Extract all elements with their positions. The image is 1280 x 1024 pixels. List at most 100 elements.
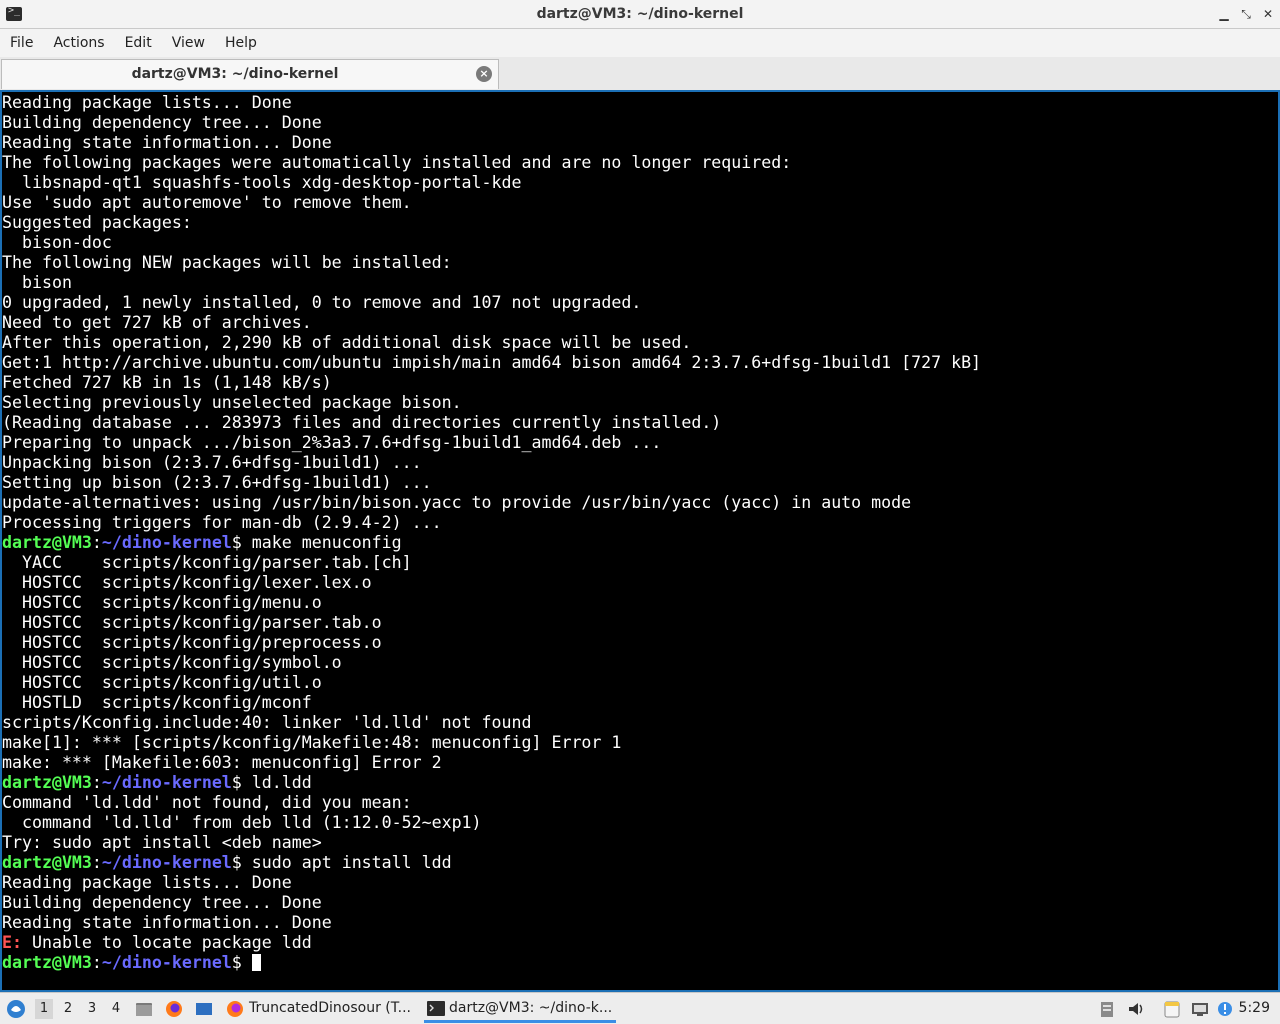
clipboard-icon[interactable] bbox=[1098, 1000, 1116, 1018]
menu-help[interactable]: Help bbox=[215, 29, 267, 57]
prompt-user: dartz@VM3 bbox=[2, 953, 92, 972]
workspace-3[interactable]: 3 bbox=[83, 999, 101, 1019]
command-text: sudo apt install ldd bbox=[241, 853, 452, 872]
task-label: dartz@VM3: ~/dino-k... bbox=[449, 1000, 613, 1016]
prompt-symbol: $ bbox=[231, 953, 242, 972]
volume-icon[interactable] bbox=[1127, 1000, 1145, 1018]
output-text: Reading package lists... Done bbox=[2, 873, 292, 892]
output-text: make[1]: *** [scripts/kconfig/Makefile:4… bbox=[2, 733, 622, 752]
output-text: The following NEW packages will be insta… bbox=[2, 253, 452, 272]
terminal-line: make: *** [Makefile:603: menuconfig] Err… bbox=[2, 753, 981, 773]
terminal-line: 0 upgraded, 1 newly installed, 0 to remo… bbox=[2, 293, 981, 313]
network-icon[interactable] bbox=[1191, 1000, 1209, 1018]
window-title: dartz@VM3: ~/dino-kernel bbox=[536, 6, 744, 22]
output-text: Fetched 727 kB in 1s (1,148 kB/s) bbox=[2, 373, 332, 392]
output-text: HOSTCC scripts/kconfig/util.o bbox=[2, 673, 322, 692]
terminal-line: Reading state information... Done bbox=[2, 913, 981, 933]
task-firefox[interactable]: TruncatedDinosour (T... bbox=[224, 994, 414, 1023]
title-bar: dartz@VM3: ~/dino-kernel ▁ ⤡ ✕ bbox=[0, 0, 1280, 29]
output-text: Building dependency tree... Done bbox=[2, 113, 322, 132]
workspace-4[interactable]: 4 bbox=[107, 999, 125, 1019]
output-text: Unpacking bison (2:3.7.6+dfsg-1build1) .… bbox=[2, 453, 422, 472]
output-text: bison bbox=[2, 273, 72, 292]
terminal-line: Reading package lists... Done bbox=[2, 93, 981, 113]
output-text: libsnapd-qt1 squashfs-tools xdg-desktop-… bbox=[2, 173, 522, 192]
terminal-line: Building dependency tree... Done bbox=[2, 893, 981, 913]
terminal-line: HOSTCC scripts/kconfig/util.o bbox=[2, 673, 981, 693]
terminal-line: The following NEW packages will be insta… bbox=[2, 253, 981, 273]
terminal-line: Try: sudo apt install <deb name> bbox=[2, 833, 981, 853]
tab-close-icon[interactable]: × bbox=[476, 66, 492, 82]
terminal-line: Selecting previously unselected package … bbox=[2, 393, 981, 413]
prompt-path: ~/dino-kernel bbox=[101, 773, 232, 792]
prompt-separator: : bbox=[91, 533, 102, 552]
tab-terminal[interactable]: dartz@VM3: ~/dino-kernel × bbox=[1, 59, 499, 89]
maximize-button[interactable]: ⤡ bbox=[1238, 6, 1254, 22]
workspace-1[interactable]: 1 bbox=[35, 999, 53, 1019]
terminal-view[interactable]: Reading package lists... Done Building de… bbox=[0, 90, 1280, 992]
prompt-user: dartz@VM3 bbox=[2, 773, 92, 792]
terminal-line: Building dependency tree... Done bbox=[2, 113, 981, 133]
output-text: Building dependency tree... Done bbox=[2, 893, 322, 912]
workspace-2[interactable]: 2 bbox=[59, 999, 77, 1019]
prompt-separator: : bbox=[91, 953, 102, 972]
terminal-line: Need to get 727 kB of archives. bbox=[2, 313, 981, 333]
output-text: scripts/Kconfig.include:40: linker 'ld.l… bbox=[2, 713, 532, 732]
prompt-symbol: $ bbox=[231, 773, 242, 792]
notes-icon[interactable] bbox=[1163, 1000, 1181, 1018]
output-text: HOSTCC scripts/kconfig/parser.tab.o bbox=[2, 613, 382, 632]
terminal-line: HOSTCC scripts/kconfig/menu.o bbox=[2, 593, 981, 613]
terminal-line: Use 'sudo apt autoremove' to remove them… bbox=[2, 193, 981, 213]
prompt-separator: : bbox=[91, 773, 102, 792]
terminal-line: HOSTCC scripts/kconfig/preprocess.o bbox=[2, 633, 981, 653]
desktop-icon[interactable] bbox=[195, 1000, 213, 1018]
output-text: The following packages were automaticall… bbox=[2, 153, 792, 172]
output-text: Preparing to unpack .../bison_2%3a3.7.6+… bbox=[2, 433, 662, 452]
clock[interactable]: 5:29 bbox=[1239, 993, 1270, 1024]
terminal-line: E: Unable to locate package ldd bbox=[2, 933, 981, 953]
menu-view[interactable]: View bbox=[162, 29, 215, 57]
notification-icon[interactable] bbox=[1216, 1000, 1234, 1018]
menu-edit[interactable]: Edit bbox=[115, 29, 162, 57]
minimize-button[interactable]: ▁ bbox=[1216, 6, 1232, 22]
task-terminal[interactable]: dartz@VM3: ~/dino-k... bbox=[424, 994, 616, 1023]
output-text: Processing triggers for man-db (2.9.4-2)… bbox=[2, 513, 442, 532]
terminal-line: HOSTCC scripts/kconfig/parser.tab.o bbox=[2, 613, 981, 633]
terminal-line: After this operation, 2,290 kB of additi… bbox=[2, 333, 981, 353]
firefox-icon[interactable] bbox=[165, 1000, 183, 1018]
output-text: make: *** [Makefile:603: menuconfig] Err… bbox=[2, 753, 442, 772]
prompt-separator: : bbox=[91, 853, 102, 872]
terminal-line: The following packages were automaticall… bbox=[2, 153, 981, 173]
terminal-line: Unpacking bison (2:3.7.6+dfsg-1build1) .… bbox=[2, 453, 981, 473]
prompt-path: ~/dino-kernel bbox=[101, 853, 232, 872]
output-text: command 'ld.lld' from deb lld (1:12.0-52… bbox=[2, 813, 482, 832]
terminal-line: scripts/Kconfig.include:40: linker 'ld.l… bbox=[2, 713, 981, 733]
terminal-line: (Reading database ... 283973 files and d… bbox=[2, 413, 981, 433]
output-text: HOSTCC scripts/kconfig/symbol.o bbox=[2, 653, 342, 672]
output-text: HOSTCC scripts/kconfig/preprocess.o bbox=[2, 633, 382, 652]
prompt-symbol: $ bbox=[231, 533, 242, 552]
prompt-path: ~/dino-kernel bbox=[101, 953, 232, 972]
output-text: Try: sudo apt install <deb name> bbox=[2, 833, 322, 852]
terminal-line: make[1]: *** [scripts/kconfig/Makefile:4… bbox=[2, 733, 981, 753]
menu-actions[interactable]: Actions bbox=[43, 29, 114, 57]
menu-file[interactable]: File bbox=[0, 29, 43, 57]
prompt-path: ~/dino-kernel bbox=[101, 533, 232, 552]
output-text: update-alternatives: using /usr/bin/biso… bbox=[2, 493, 912, 512]
command-text: make menuconfig bbox=[241, 533, 402, 552]
close-button[interactable]: ✕ bbox=[1260, 6, 1276, 22]
prompt-user: dartz@VM3 bbox=[2, 533, 92, 552]
terminal-task-icon bbox=[427, 1001, 445, 1016]
start-menu-icon[interactable] bbox=[6, 999, 26, 1019]
taskbar: 1 2 3 4 TruncatedDinosour (T... dartz@VM… bbox=[0, 992, 1280, 1024]
output-text: After this operation, 2,290 kB of additi… bbox=[2, 333, 692, 352]
prompt-user: dartz@VM3 bbox=[2, 853, 92, 872]
error-prefix: E: bbox=[2, 933, 22, 952]
terminal-line: dartz@VM3:~/dino-kernel$ sudo apt instal… bbox=[2, 853, 981, 873]
terminal-line: Setting up bison (2:3.7.6+dfsg-1build1) … bbox=[2, 473, 981, 493]
output-text: 0 upgraded, 1 newly installed, 0 to remo… bbox=[2, 293, 642, 312]
firefox-task-icon bbox=[227, 1001, 243, 1017]
file-manager-icon[interactable] bbox=[135, 1000, 153, 1018]
terminal-line: Fetched 727 kB in 1s (1,148 kB/s) bbox=[2, 373, 981, 393]
terminal-line: Preparing to unpack .../bison_2%3a3.7.6+… bbox=[2, 433, 981, 453]
